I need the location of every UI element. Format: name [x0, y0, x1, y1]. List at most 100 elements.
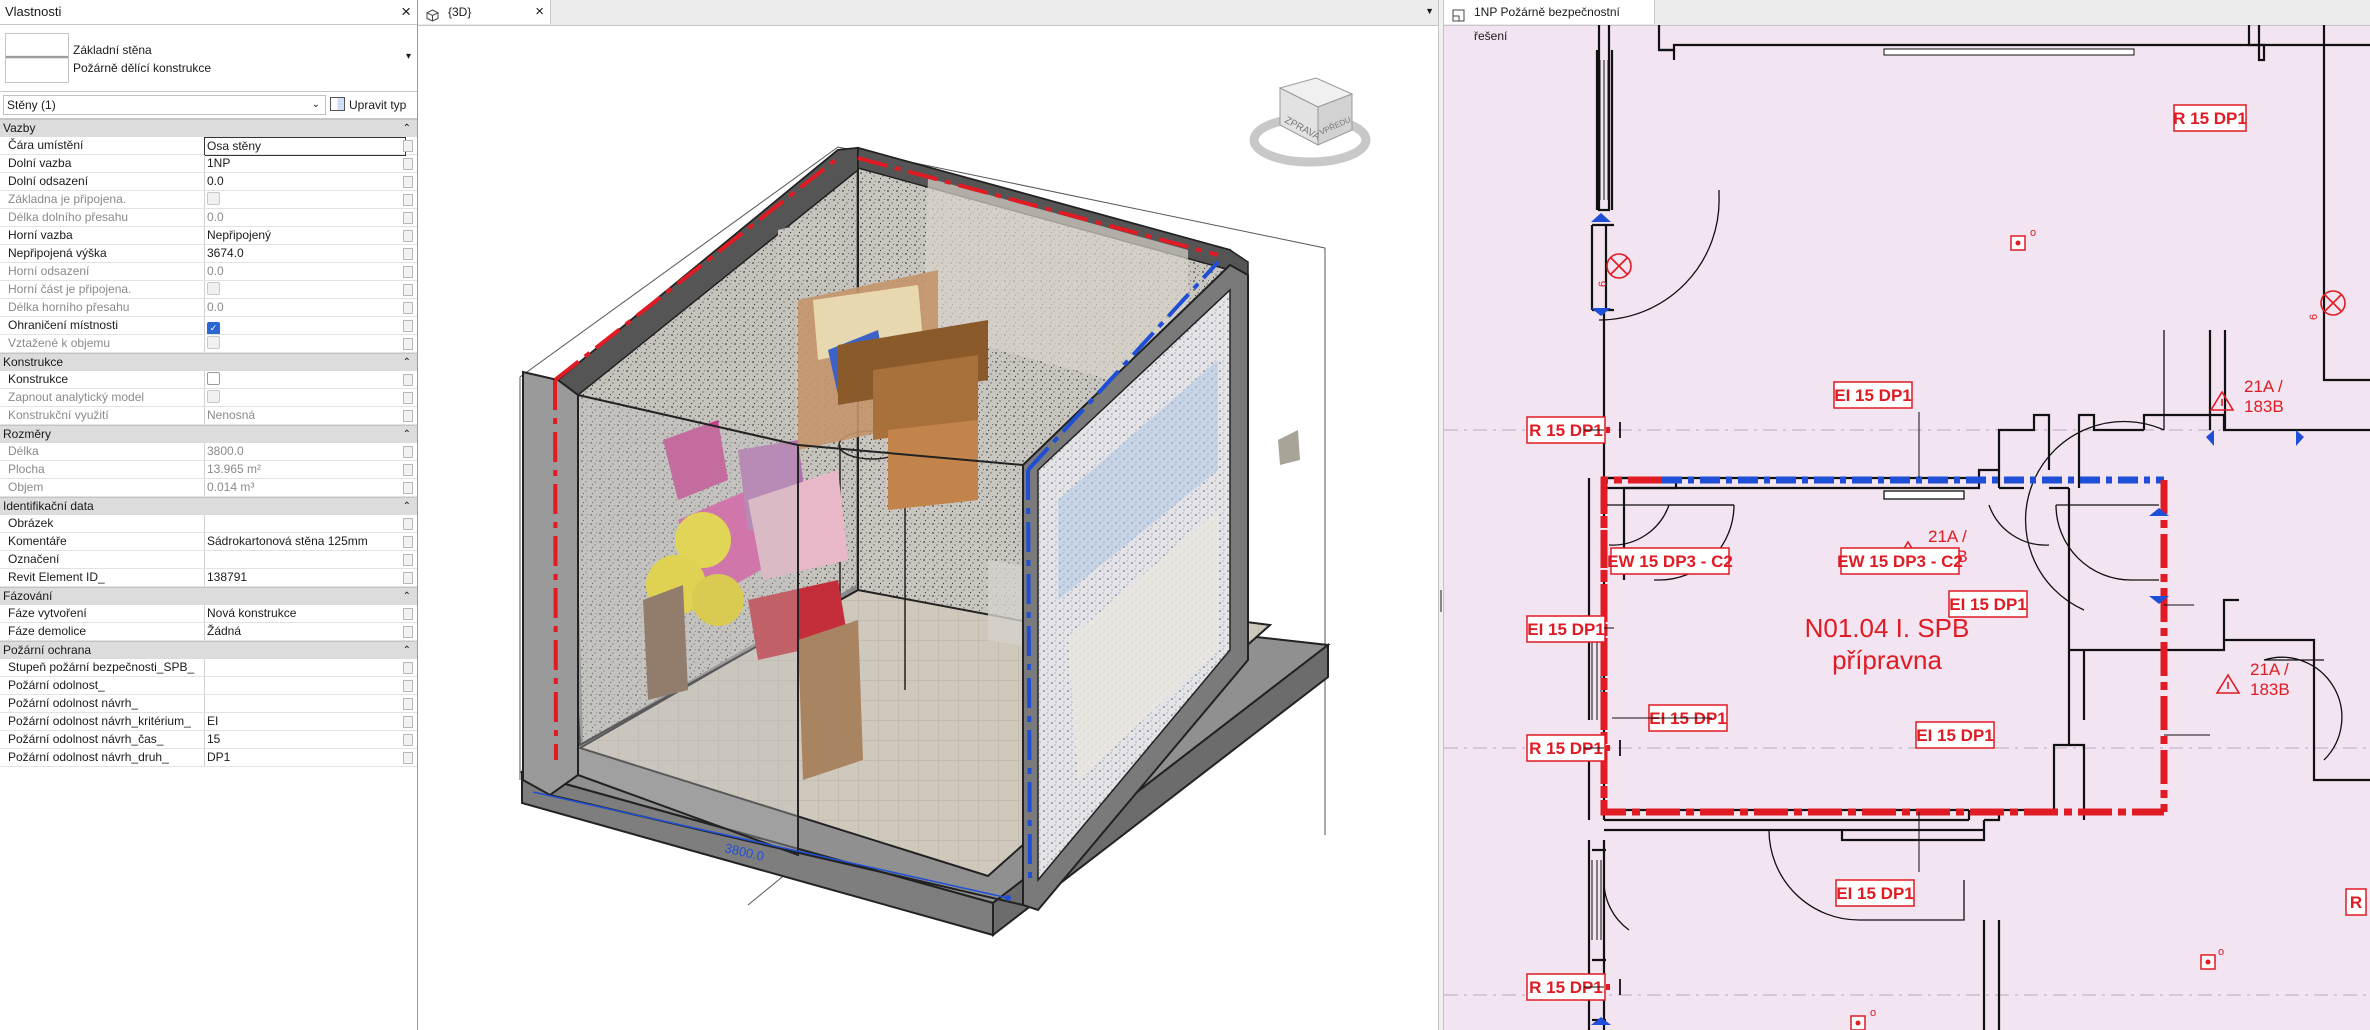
- property-value[interactable]: [204, 515, 405, 532]
- property-value[interactable]: Nová konstrukce: [204, 605, 405, 622]
- parameter-button[interactable]: [403, 464, 413, 476]
- parameter-button[interactable]: [403, 212, 413, 224]
- parameter-button[interactable]: [403, 716, 413, 728]
- tab-3d[interactable]: {3D} ×: [418, 0, 551, 24]
- viewcube[interactable]: ZPRAVA VPŘEDU: [1249, 77, 1371, 167]
- property-value[interactable]: 15: [204, 731, 405, 748]
- tag-ei15_right2[interactable]: EI 15 DP1: [1915, 721, 1995, 749]
- parameter-button[interactable]: [403, 194, 413, 206]
- parameter-button[interactable]: [403, 698, 413, 710]
- section-title: Identifikační data: [3, 499, 94, 513]
- close-icon[interactable]: ×: [401, 0, 411, 24]
- edit-type-button[interactable]: Upravit typ: [330, 95, 406, 115]
- property-value[interactable]: [204, 677, 405, 694]
- property-value[interactable]: [204, 551, 405, 568]
- parameter-button[interactable]: [403, 518, 413, 530]
- parameter-button[interactable]: [403, 608, 413, 620]
- element-filter-dropdown[interactable]: Stěny (1) ⌄: [3, 95, 326, 115]
- plan-walls: [1587, 25, 2370, 1030]
- property-row: Obrázek: [0, 515, 417, 533]
- parameter-button[interactable]: [403, 140, 413, 152]
- tag-ei15_top[interactable]: EI 15 DP1: [1833, 381, 1913, 409]
- property-row: Nepřipojená výška 3674.0: [0, 245, 417, 263]
- property-value[interactable]: EI: [204, 713, 405, 730]
- parameter-button[interactable]: [403, 734, 413, 746]
- property-value[interactable]: Sádrokartonová stěna 125mm: [204, 533, 405, 550]
- property-value[interactable]: [204, 371, 405, 388]
- collapse-icon[interactable]: ⌃: [403, 120, 411, 137]
- property-value[interactable]: 1NP: [204, 155, 405, 172]
- property-checkbox[interactable]: [207, 372, 220, 385]
- floor-plan-canvas[interactable]: o o o 6 6 21A / 183B 21A / 183B 21A / 18…: [1444, 25, 2370, 1030]
- parameter-button[interactable]: [403, 662, 413, 674]
- section-header[interactable]: Fázování ⌃: [0, 587, 417, 605]
- parameter-button[interactable]: [403, 482, 413, 494]
- property-value[interactable]: Žádná: [204, 623, 405, 640]
- section-header[interactable]: Konstrukce ⌃: [0, 353, 417, 371]
- property-row: Délka 3800.0: [0, 443, 417, 461]
- parameter-button[interactable]: [403, 248, 413, 260]
- parameter-button[interactable]: [403, 338, 413, 350]
- property-name: Dolní vazba: [8, 156, 72, 170]
- parameter-button[interactable]: [403, 284, 413, 296]
- section-header[interactable]: Vazby ⌃: [0, 119, 417, 137]
- property-value[interactable]: [204, 695, 405, 712]
- property-name: Délka horního přesahu: [8, 300, 130, 314]
- parameter-button[interactable]: [403, 572, 413, 584]
- chevron-down-icon[interactable]: ▾: [406, 51, 411, 62]
- close-icon[interactable]: ×: [535, 0, 544, 24]
- tag-ei15_bottom[interactable]: EI 15 DP1: [1835, 879, 1915, 907]
- tag-ei15_left[interactable]: EI 15 DP1: [1526, 615, 1606, 643]
- tab-menu-chevron-icon[interactable]: ▼: [1425, 6, 1434, 16]
- splitter-grip[interactable]: [1440, 590, 1442, 612]
- property-value[interactable]: Osa stěny: [204, 137, 406, 156]
- property-value[interactable]: ✓: [204, 317, 405, 334]
- section-header[interactable]: Rozměry ⌃: [0, 425, 417, 443]
- property-value[interactable]: 0.0: [204, 173, 405, 190]
- tag-r15_top[interactable]: R 15 DP1: [2173, 104, 2247, 132]
- tag-r_cut[interactable]: R: [2345, 888, 2367, 916]
- parameter-button[interactable]: [403, 374, 413, 386]
- collapse-icon[interactable]: ⌃: [403, 354, 411, 371]
- parameter-button[interactable]: [403, 752, 413, 764]
- parameter-button[interactable]: [403, 320, 413, 332]
- tag-text: EI 15 DP1: [1916, 726, 1994, 745]
- property-value[interactable]: DP1: [204, 749, 405, 766]
- parameter-button[interactable]: [403, 176, 413, 188]
- section-header[interactable]: Požární ochrana ⌃: [0, 641, 417, 659]
- section-header[interactable]: Identifikační data ⌃: [0, 497, 417, 515]
- collapse-icon[interactable]: ⌃: [403, 498, 411, 515]
- parameter-button[interactable]: [403, 266, 413, 278]
- tag-ei15_right[interactable]: EI 15 DP1: [1948, 590, 2028, 618]
- tag-ew_right[interactable]: EW 15 DP3 - C2: [1837, 547, 1963, 575]
- parameter-button[interactable]: [403, 626, 413, 638]
- properties-title: Vlastnosti: [5, 4, 62, 19]
- parameter-button[interactable]: [403, 392, 413, 404]
- parameter-button[interactable]: [403, 554, 413, 566]
- property-value[interactable]: 3674.0: [204, 245, 405, 262]
- tag-ew_left[interactable]: EW 15 DP3 - C2: [1607, 547, 1733, 575]
- parameter-button[interactable]: [403, 680, 413, 692]
- view-3d-tabbar: {3D} × ▼: [418, 0, 1438, 26]
- property-checkbox[interactable]: ✓: [207, 322, 220, 334]
- parameter-button[interactable]: [403, 536, 413, 548]
- svg-text:6: 6: [1597, 281, 1609, 287]
- tab-floor-plan[interactable]: 1NP Požárně bezpečnostní řešení: [1444, 0, 1655, 43]
- model-3d-canvas[interactable]: 3800.0 ZPRAVA VPŘEDU: [418, 25, 1438, 1030]
- room-tag[interactable]: N01.04 I. SPB přípravna: [1805, 613, 1970, 675]
- type-selector[interactable]: Základní stěna Požárně dělící konstrukce…: [0, 25, 417, 92]
- tag-text: EI 15 DP1: [1949, 595, 2027, 614]
- parameter-button[interactable]: [403, 230, 413, 242]
- property-value[interactable]: Nepřipojený: [204, 227, 405, 244]
- wall-front-left[interactable]: [522, 370, 799, 857]
- collapse-icon[interactable]: ⌃: [403, 642, 411, 659]
- property-value[interactable]: 138791: [204, 569, 405, 586]
- collapse-icon[interactable]: ⌃: [403, 426, 411, 443]
- property-value[interactable]: [204, 659, 405, 676]
- collapse-icon[interactable]: ⌃: [403, 588, 411, 605]
- view-3d-pane: {3D} × ▼ 3800.0 ZPRAVA VPŘEDU: [418, 0, 1439, 1030]
- parameter-button[interactable]: [403, 410, 413, 422]
- parameter-button[interactable]: [403, 446, 413, 458]
- parameter-button[interactable]: [403, 158, 413, 170]
- parameter-button[interactable]: [403, 302, 413, 314]
